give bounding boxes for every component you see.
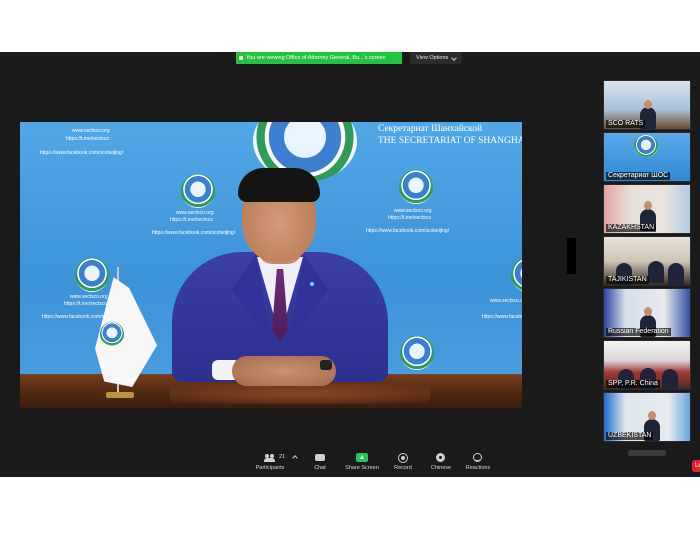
chevron-up-icon[interactable] [292, 455, 298, 461]
participant-figure [662, 369, 678, 389]
zoom-meeting-window: You are viewing Office of Attorney Gener… [0, 52, 700, 477]
next-page-arrow[interactable] [567, 238, 576, 274]
participant-name: TAJIKISTAN [606, 276, 649, 284]
backdrop-link: www.sectsco.org [70, 294, 108, 300]
backdrop-title-ru: Секретариат Шанхайской [378, 124, 483, 134]
sco-emblem [181, 174, 215, 208]
speaker-hair [238, 168, 320, 202]
chat-button[interactable]: Chat [298, 453, 342, 471]
shared-screen-video: Секретариат Шанхайской THE SECRETARIAT O… [20, 122, 522, 408]
participant-figure-head [644, 201, 652, 210]
backdrop-link: www.sectsco.org [490, 298, 522, 304]
share-screen-button[interactable]: Share Screen [340, 453, 384, 471]
leave-label: Le [695, 463, 700, 469]
share-screen-icon [356, 453, 368, 463]
smiley-icon [472, 453, 484, 463]
meeting-toolbar: Participants 21 Chat Share Screen Record… [0, 450, 700, 477]
backdrop-title-en: THE SECRETARIAT OF SHANGHA [378, 136, 522, 146]
sco-emblem [75, 258, 109, 292]
sco-flag-emblem [100, 322, 124, 346]
participant-figure-head [644, 307, 652, 316]
backdrop-link: https://t.me/sectsco [170, 217, 214, 223]
reactions-label: Reactions [465, 465, 491, 471]
screen-share-banner: You are viewing Office of Attorney Gener… [236, 52, 402, 64]
sco-emblem [399, 170, 433, 204]
backdrop-link: www.sectsco.org [72, 128, 110, 134]
participant-name: UZBEKISTAN [606, 432, 654, 440]
participant-name: SPP, P.R. China [606, 380, 660, 388]
backdrop-link: https://t.me/sectsco [388, 215, 432, 221]
participant-tile[interactable]: Секретариат ШОС [603, 132, 691, 182]
share-screen-label: Share Screen [345, 465, 379, 471]
sco-emblem [511, 258, 522, 292]
participant-tile[interactable]: Russian Federation [603, 288, 691, 338]
flag-stand [106, 392, 134, 398]
participant-figure-head [648, 411, 656, 420]
participant-name: Секретариат ШОС [606, 172, 671, 180]
participant-figure [668, 263, 684, 285]
backdrop-link: https://www.facebook.com/scobeijing/ [40, 150, 124, 156]
participants-label: Participants [255, 465, 285, 471]
participant-name: Russian Federation [606, 328, 671, 336]
backdrop-link: www.sectsco.org [176, 210, 214, 216]
participant-tile[interactable]: SCO RATS [603, 80, 691, 130]
share-indicator-icon [239, 56, 243, 60]
participant-tile[interactable]: KAZAKHSTAN [603, 184, 691, 234]
wristwatch [320, 360, 332, 370]
backdrop-link: https://t.me/sectsco [66, 136, 110, 142]
participant-name: SCO RATS [606, 120, 646, 128]
backdrop-link: www.sectsco.org [394, 208, 432, 214]
participant-figure-head [644, 100, 652, 109]
participant-tile[interactable]: UZBEKISTAN [603, 392, 691, 442]
participants-button[interactable]: Participants [248, 453, 292, 471]
participant-name: KAZAKHSTAN [606, 224, 657, 232]
view-options-button[interactable]: View Options [410, 52, 462, 64]
chat-icon [314, 453, 326, 463]
backdrop-link: https://www.facebook.com/scobeijing/ [366, 228, 450, 234]
participant-tile[interactable]: TAJIKISTAN [603, 236, 691, 286]
leave-meeting-button[interactable]: Le [692, 460, 700, 472]
backdrop-link: https://t.me/sectsco [64, 301, 108, 307]
participant-count: 21 [279, 454, 286, 460]
screen-share-banner-text: You are viewing Office of Attorney Gener… [246, 55, 386, 61]
backdrop-link: https://www.facebook.com/scobeijing/ [482, 314, 522, 320]
sco-emblem [634, 135, 658, 157]
chat-label: Chat [314, 465, 326, 471]
view-options-label: View Options [416, 55, 449, 61]
backdrop-link: https://www.facebook.com/scobeijing/ [152, 230, 236, 236]
chevron-down-icon [451, 55, 457, 61]
participant-figure [648, 261, 664, 283]
participants-icon [264, 453, 276, 463]
participant-tile[interactable]: SPP, P.R. China [603, 340, 691, 390]
lapel-pin [310, 282, 314, 286]
reactions-button[interactable]: Reactions [456, 453, 500, 471]
globe-icon [435, 453, 447, 463]
sco-emblem [400, 336, 434, 370]
record-icon [397, 453, 409, 463]
